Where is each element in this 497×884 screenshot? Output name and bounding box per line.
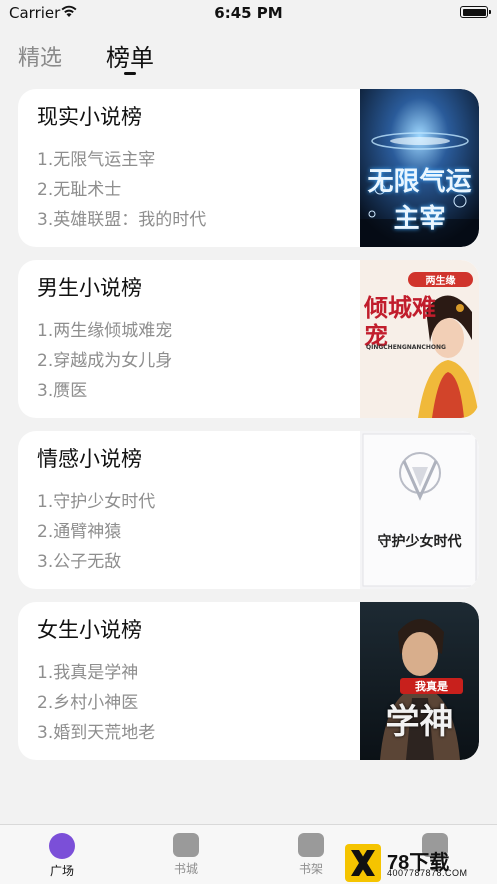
ranking-item[interactable]: 3.赝医 bbox=[37, 376, 87, 401]
book-cover[interactable]: 守护少女时代 bbox=[360, 431, 479, 589]
book-cover[interactable]: 两生缘 倾城难宠 QINGCHENGNANCHONG bbox=[360, 260, 479, 418]
book-cover[interactable]: 无限气运主宰 bbox=[360, 89, 479, 247]
status-time: 6:45 PM bbox=[214, 4, 283, 22]
card-title: 情感小说榜 bbox=[37, 447, 142, 471]
ranking-card-male[interactable]: 男生小说榜 1.两生缘倾城难宠 2.穿越成为女儿身 3.赝医 两生缘 倾城难宠 … bbox=[18, 260, 479, 418]
ranking-item[interactable]: 2.乡村小神医 bbox=[37, 688, 138, 713]
watermark-url: 4007787878.COM bbox=[387, 868, 468, 878]
ranking-item[interactable]: 1.无限气运主宰 bbox=[37, 145, 155, 170]
cover-subtitle: 我真是 bbox=[400, 678, 463, 694]
ranking-card-realistic[interactable]: 现实小说榜 1.无限气运主宰 2.无耻术士 3.英雄联盟：我的时代 无限气运主宰 bbox=[18, 89, 479, 247]
cover-title: 倾城难宠 bbox=[364, 294, 436, 350]
card-title: 男生小说榜 bbox=[37, 276, 142, 300]
ranking-card-female[interactable]: 女生小说榜 1.我真是学神 2.乡村小神医 3.婚到天荒地老 我真是 学神 bbox=[18, 602, 479, 760]
ranking-item[interactable]: 2.穿越成为女儿身 bbox=[37, 346, 172, 371]
tab-rankings[interactable]: 榜单 bbox=[106, 38, 154, 73]
watermark-logo bbox=[345, 844, 381, 882]
ranking-item[interactable]: 1.两生缘倾城难宠 bbox=[37, 316, 172, 341]
book-cover[interactable]: 我真是 学神 bbox=[360, 602, 479, 760]
ranking-item[interactable]: 3.英雄联盟：我的时代 bbox=[37, 205, 206, 230]
tab-featured[interactable]: 精选 bbox=[18, 40, 62, 72]
cover-title: 守护少女时代 bbox=[377, 534, 462, 550]
cover-art bbox=[360, 431, 479, 589]
tabbar-label: 广场 bbox=[49, 864, 74, 878]
ranking-item[interactable]: 1.我真是学神 bbox=[37, 658, 138, 683]
ranking-item[interactable]: 1.守护少女时代 bbox=[37, 487, 155, 512]
tabbar-label: 书城 bbox=[173, 862, 198, 876]
tabbar-item-bookshelf[interactable]: 书架 bbox=[281, 833, 341, 877]
bookstore-icon bbox=[173, 833, 199, 857]
card-title: 女生小说榜 bbox=[37, 618, 142, 642]
ranking-item[interactable]: 3.婚到天荒地老 bbox=[37, 718, 155, 743]
ranking-item[interactable]: 2.通臂神猿 bbox=[37, 517, 121, 542]
ranking-item[interactable]: 2.无耻术士 bbox=[37, 175, 121, 200]
cover-title: 无限气运主宰 bbox=[367, 167, 472, 234]
battery-icon bbox=[460, 6, 491, 18]
planet-icon bbox=[49, 833, 75, 859]
top-tabs: 精选 榜单 bbox=[0, 36, 497, 76]
tabbar-label: 书架 bbox=[298, 862, 323, 876]
cover-title: 学神 bbox=[385, 702, 454, 742]
card-title: 现实小说榜 bbox=[37, 105, 142, 129]
bookshelf-icon bbox=[298, 833, 324, 857]
watermark: 78下载 4007787878.COM bbox=[345, 844, 495, 882]
tabbar-item-plaza[interactable]: 广场 bbox=[32, 833, 92, 879]
cover-subtitle: 两生缘 bbox=[408, 272, 473, 287]
tabbar-item-bookstore[interactable]: 书城 bbox=[156, 833, 216, 877]
status-bar: Carrier 6:45 PM bbox=[0, 0, 497, 26]
active-tab-indicator bbox=[124, 72, 136, 75]
ranking-item[interactable]: 3.公子无敌 bbox=[37, 547, 121, 572]
ranking-card-romance[interactable]: 情感小说榜 1.守护少女时代 2.通臂神猿 3.公子无敌 守护少女时代 bbox=[18, 431, 479, 589]
cover-latin: QINGCHENGNANCHONG bbox=[366, 344, 446, 351]
